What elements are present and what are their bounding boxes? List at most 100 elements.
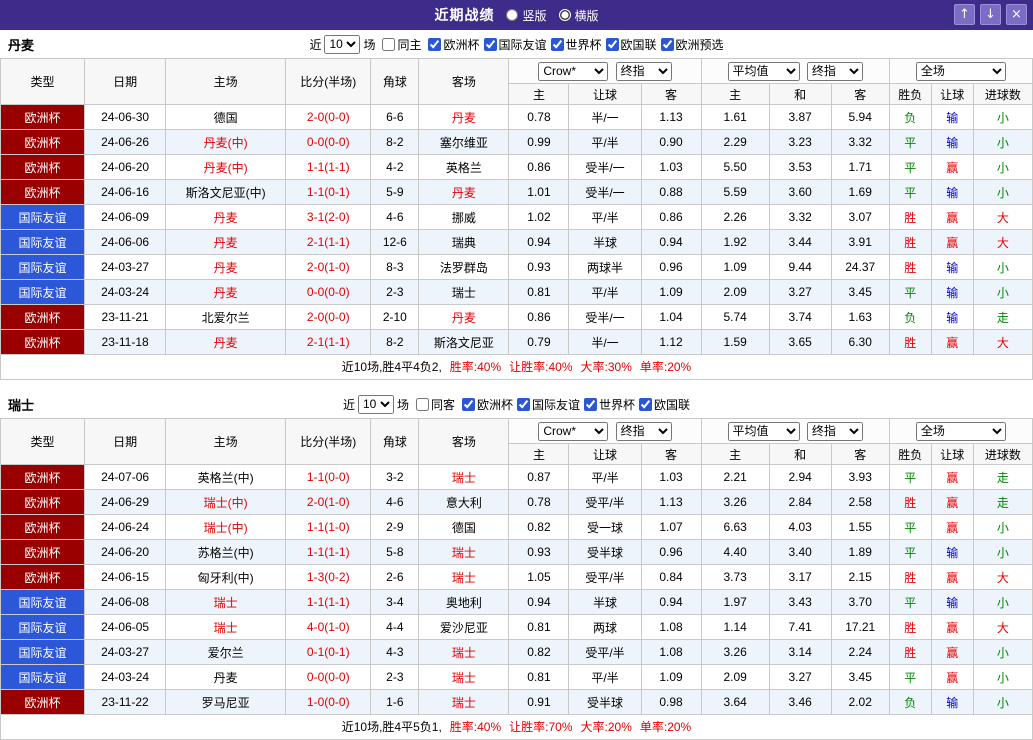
subcol-avg-draw: 和 [768,83,832,105]
bookmaker-select[interactable]: Crow* [538,421,609,441]
avg-away: 1.89 [830,539,890,565]
match-date: 24-06-08 [84,589,167,615]
table-row: 国际友谊 24-03-27 丹麦 2-0(1-0) 8-3 法罗群岛 0.93 两球半 0.96… [0,254,1033,280]
avg-draw: 3.14 [768,639,832,665]
league-filter[interactable]: 欧洲杯 [424,36,480,53]
average-select[interactable]: 平均值 [727,61,800,81]
vertical-layout-radio[interactable] [506,9,519,21]
score: 0-0(0-0) [285,664,372,690]
subcol-goals: 进球数 [972,443,1033,465]
home-team: 丹麦(中) [165,129,287,155]
avg-home: 5.50 [700,154,770,180]
odds-handicap: 受平/半 [568,489,642,515]
summary-stat: 单率:20% [639,360,692,374]
league-filter[interactable]: 世界杯 [580,396,635,413]
avg-draw: 3.27 [768,279,832,305]
col-home: 主场 [165,418,287,465]
avg-away: 2.24 [830,639,890,665]
league-checkbox[interactable] [584,397,598,411]
bookmaker-select[interactable]: Crow* [538,61,609,81]
team-name: 丹麦 [8,37,35,53]
away-team: 瑞典 [418,229,510,255]
away-team: 丹麦 [418,179,510,205]
league-filter[interactable]: 国际友谊 [513,396,580,413]
corner-stat: 2-10 [370,304,420,330]
score: 1-1(1-0) [285,514,372,540]
col-score: 比分(半场) [285,418,372,465]
stage-select-1[interactable]: 终指 [615,61,672,81]
league-checkbox[interactable] [550,37,564,51]
league-checkbox[interactable] [660,37,674,51]
period-select[interactable]: 全场 [915,61,1006,81]
table-row: 欧洲杯 24-06-26 丹麦(中) 0-0(0-0) 8-2 塞尔维亚 0.99 平/半 0.… [0,129,1033,155]
same-side-checkbox[interactable] [382,37,396,51]
period-select[interactable]: 全场 [915,421,1006,441]
league-filter[interactable]: 欧国联 [635,396,690,413]
table-row: 国际友谊 24-06-05 瑞士 4-0(1-0) 4-4 爱沙尼亚 0.81 两球 1.08 1… [0,614,1033,640]
league-checkbox[interactable] [461,397,475,411]
goals-outcome: 小 [972,689,1033,715]
goals-outcome: 走 [972,464,1033,490]
team-section: 丹麦 近 10 场 同主 欧洲杯 国际友谊 世界杯 欧国联 欧洲预选 类型 日期… [0,30,1033,380]
result-outcome: 胜 [888,564,932,590]
table-row: 国际友谊 24-06-09 丹麦 3-1(2-0) 4-6 挪威 1.02 平/半 0.86 2.… [0,204,1033,230]
odds-home: 0.86 [508,304,570,330]
result-outcome: 胜 [888,489,932,515]
odds-handicap: 平/半 [568,129,642,155]
score: 1-0(0-0) [285,689,372,715]
col-away: 客场 [418,418,510,465]
match-date: 23-11-18 [84,329,167,355]
handicap-outcome: 输 [930,254,974,280]
league-checkbox[interactable] [605,37,619,51]
titlebar-center: 近期战绩 竖版 横版 [0,5,1033,25]
odds-home: 0.82 [508,639,570,665]
same-side-filter[interactable]: 同主 [378,36,421,53]
same-side-checkbox[interactable] [415,397,429,411]
league-filter[interactable]: 欧洲预选 [657,36,724,53]
home-team: 爱尔兰 [165,639,287,665]
summary-stat: 单率:20% [639,720,692,734]
match-count-select[interactable]: 10 [324,34,361,54]
titlebar: 近期战绩 竖版 横版 ↑ ↓ × [0,0,1033,30]
result-outcome: 负 [888,689,932,715]
subcol-odds-away: 客 [640,443,702,465]
league-filter[interactable]: 世界杯 [547,36,602,53]
odds-handicap: 受半/一 [568,304,642,330]
close-button[interactable]: × [1006,4,1027,25]
league-filter[interactable]: 国际友谊 [480,36,547,53]
league-filter[interactable]: 欧洲杯 [458,396,513,413]
handicap-outcome: 赢 [930,204,974,230]
stage-select-2[interactable]: 终指 [806,421,863,441]
odds-home: 0.94 [508,229,570,255]
score: 1-1(1-1) [285,154,372,180]
league-checkbox[interactable] [483,37,497,51]
col-type: 类型 [0,418,86,465]
home-team: 瑞士(中) [165,489,287,515]
move-down-button[interactable]: ↓ [980,4,1001,25]
stage-select-2[interactable]: 终指 [806,61,863,81]
league-filter[interactable]: 欧国联 [602,36,657,53]
avg-home: 2.21 [700,464,770,490]
horizontal-layout-radio[interactable] [558,9,571,21]
result-outcome: 胜 [888,229,932,255]
result-outcome: 平 [888,589,932,615]
league-type-cell: 国际友谊 [0,229,86,255]
match-date: 24-06-09 [84,204,167,230]
col-score: 比分(半场) [285,58,372,105]
goals-outcome: 大 [972,564,1033,590]
layout-option-vertical[interactable]: 竖版 [506,7,547,24]
handicap-outcome: 输 [930,539,974,565]
same-side-filter[interactable]: 同客 [412,396,455,413]
match-count-select[interactable]: 10 [357,394,394,414]
league-checkbox[interactable] [639,397,653,411]
score: 0-1(0-1) [285,639,372,665]
average-select[interactable]: 平均值 [727,421,800,441]
league-label: 世界杯 [599,397,636,412]
move-up-button[interactable]: ↑ [954,4,975,25]
stage-select-1[interactable]: 终指 [615,421,672,441]
home-team: 丹麦 [165,279,287,305]
layout-option-horizontal[interactable]: 横版 [558,7,599,24]
league-checkbox[interactable] [517,397,530,411]
league-checkbox[interactable] [428,37,442,51]
odds-home: 0.81 [508,614,570,640]
